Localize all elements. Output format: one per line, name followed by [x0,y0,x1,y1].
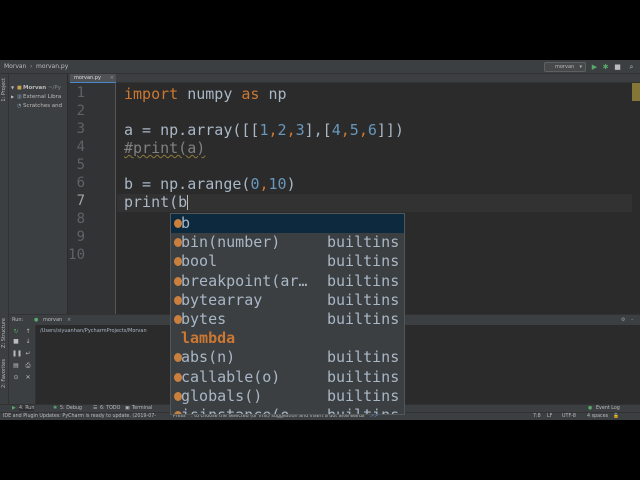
print-icon[interactable]: ⎙ [24,362,32,370]
minimize-icon[interactable]: – [631,315,634,325]
run-label: Run: [12,317,24,323]
code-line-7: print(b [124,193,189,211]
left-tool-stripe: 1: Project Z: Structure 2: Favorites [0,74,9,404]
run-config-selector[interactable]: morvan ▾ [544,62,586,72]
completion-item[interactable]: bytes builtins [171,310,404,329]
code-line-1: import numpy as np [124,85,287,103]
file-encoding[interactable]: UTF-8 [562,414,576,419]
trash-icon[interactable]: ✕ [24,374,32,382]
close-icon[interactable]: × [67,315,71,325]
event-log-icon: ● [588,406,593,411]
terminal-icon: ▣ [125,406,130,411]
arrow-down-icon[interactable]: ↓ [24,338,32,346]
tab-run[interactable]: 4: Run [19,406,35,411]
run-config-tab[interactable]: morvan [43,315,62,325]
bug-icon[interactable]: ✱ [601,62,610,72]
tree-item-scratches[interactable]: ◔ Scratches and [11,103,62,109]
completion-item[interactable]: globals() builtins [171,387,404,406]
line-number-gutter: 1 2 3 4 5 6 7 8 9 10 [68,83,116,314]
line-number: 5 [76,157,85,173]
completion-item[interactable]: bin(number) builtins [171,233,404,252]
tab-todo[interactable]: 6: TODO [100,406,120,411]
wrap-icon[interactable]: ↵ [24,350,32,358]
line-number: 6 [76,175,85,191]
completion-item-keyword[interactable]: lambda [171,329,404,348]
cursor-position[interactable]: 7:8 [533,414,541,419]
text-caret [187,195,189,210]
completion-item[interactable]: breakpoint(ar… builtins [171,272,404,291]
arrow-up-icon[interactable]: ↑ [24,328,32,336]
line-number: 4 [76,139,85,155]
pin-icon[interactable]: ⊙ [12,374,20,382]
tab-terminal[interactable]: Terminal [132,406,152,411]
tree-item-external-libraries[interactable]: ▶ ▥External Libra [11,94,61,100]
layout-icon[interactable]: ▤ [12,362,20,370]
breadcrumb-separator: › [30,63,33,70]
play-icon: ▶ [12,406,16,411]
status-message[interactable]: IDE and Plugin Updates: PyCharm is ready… [3,414,156,419]
completion-item[interactable]: isinstance(o… builtins [171,406,404,414]
run-config-label: morvan [555,64,575,70]
completion-item[interactable]: callable(o) builtins [171,368,404,387]
line-number: 2 [76,103,85,119]
line-number: 10 [68,247,85,263]
rerun-icon[interactable]: ↻ [12,328,20,336]
line-number-current: 7 [76,193,85,209]
line-separator[interactable]: LF [547,414,552,419]
lock-icon[interactable]: 🔓 [613,414,619,419]
chevron-down-icon: ▾ [579,64,582,70]
code-completion-popup[interactable]: b bin(number) builtins bool builtins bre… [170,213,405,415]
python-icon: ● [34,317,39,323]
completion-item[interactable]: abs(n) builtins [171,348,404,367]
close-icon[interactable]: × [110,74,114,83]
editor-tab-bar: morvan.py × [68,74,640,83]
gear-icon[interactable]: ⚙ [621,315,625,325]
stop-icon[interactable]: ■ [613,62,622,72]
breadcrumb-file[interactable]: morvan.py [36,63,68,70]
code-line-6: b = np.arange(0,10) [124,175,296,193]
play-icon[interactable]: ▶ [590,62,599,72]
tab-morvan-py[interactable]: morvan.py × [70,74,116,83]
breadcrumb-project[interactable]: Morvan [4,63,26,70]
code-line-4: #print(a) [124,139,206,157]
run-output: /Users/siyuanhan/PycharmProjects/Morvan [40,328,147,334]
line-number: 3 [76,121,85,137]
indent-setting[interactable]: 4 spaces [587,414,608,419]
tab-label: morvan.py [74,75,101,81]
stop-icon[interactable]: ■ [12,338,20,346]
todo-icon: ☰ [93,406,98,411]
project-tool-tab[interactable]: 1: Project [1,78,7,102]
search-icon[interactable]: ⌕ [627,62,636,72]
video-frame: Morvan › morvan.py morvan ▾ ▶ ✱ ■ ⌕ 1: P… [0,0,640,480]
completion-item[interactable]: bytearray builtins [171,291,404,310]
editor-error-stripe[interactable] [632,83,640,314]
navigation-bar: Morvan › morvan.py morvan ▾ ▶ ✱ ■ ⌕ [0,60,640,74]
tab-event-log[interactable]: Event Log [596,406,620,411]
structure-tool-tab[interactable]: Z: Structure [1,318,7,348]
line-number: 1 [76,85,85,101]
completion-item-selected[interactable]: b [171,214,404,234]
pause-icon[interactable]: ❚❚ [12,350,22,358]
line-number: 9 [76,229,85,245]
project-panel: ▼ ■Morvan ~/Py ▶ ▥External Libra ◔ Scratche… [9,74,68,314]
completion-item[interactable]: bool builtins [171,252,404,271]
run-toolbar: ↻ ↑ ■ ↓ ❚❚ ↵ ▤ ⎙ ⊙ ✕ [9,325,36,405]
line-number: 8 [76,211,85,227]
code-line-3: a = np.array([[1,2,3],[4,5,6]]) [124,121,404,139]
favorites-tool-tab[interactable]: 2: Favorites [1,359,7,388]
tree-item-morvan[interactable]: ▼ ■Morvan ~/Py [11,85,61,91]
tab-debug[interactable]: 5: Debug [60,406,82,411]
warning-marker[interactable] [632,83,640,101]
current-line-highlight [117,194,636,212]
bug-icon: ✱ [53,406,58,411]
